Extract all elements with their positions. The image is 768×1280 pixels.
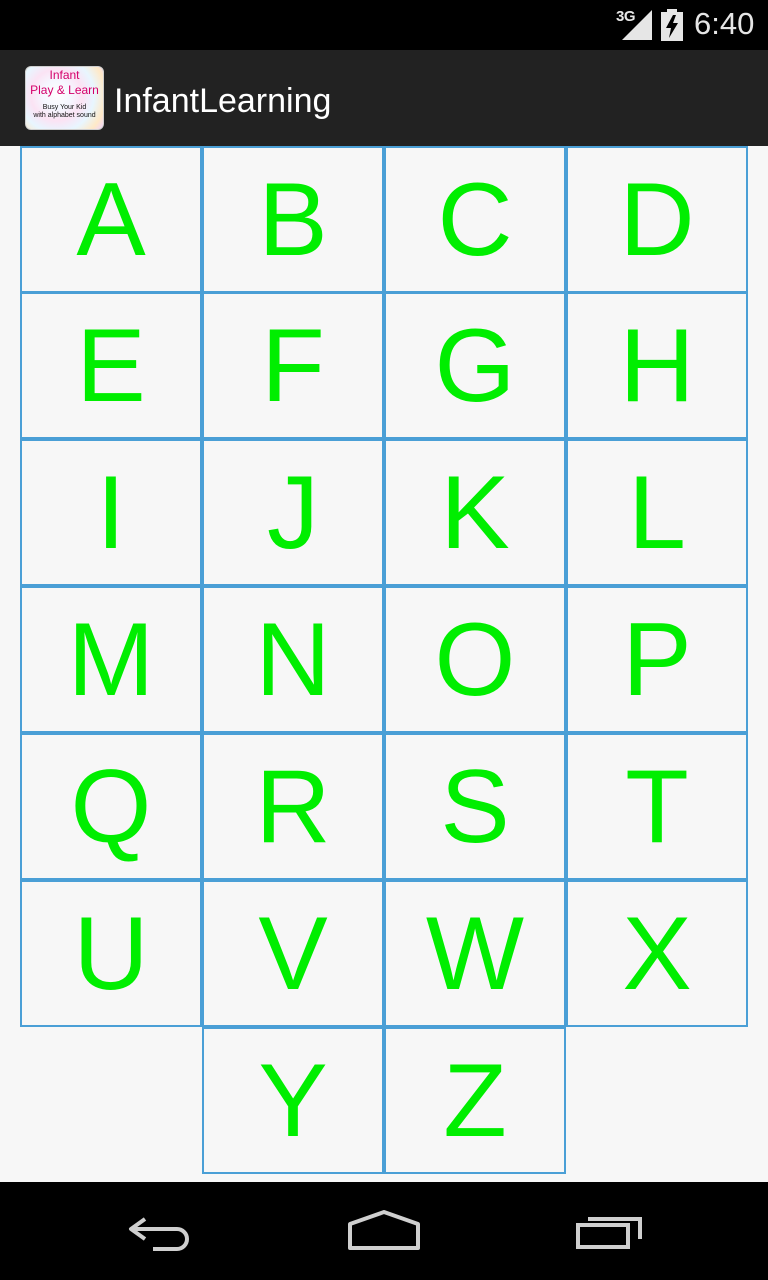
letter-tile-g[interactable]: G	[384, 292, 566, 439]
recent-apps-button[interactable]	[530, 1182, 690, 1280]
letter-label: V	[258, 895, 328, 1012]
back-icon	[129, 1217, 189, 1251]
letter-label: F	[261, 307, 325, 424]
letter-tile-x[interactable]: X	[566, 880, 748, 1027]
letter-tile-j[interactable]: J	[202, 439, 384, 586]
letter-tile-h[interactable]: H	[566, 292, 748, 439]
letter-tile-f[interactable]: F	[202, 292, 384, 439]
letter-label: K	[440, 454, 510, 571]
back-button[interactable]	[80, 1182, 240, 1280]
letter-label: D	[619, 161, 695, 278]
alphabet-grid: ABCD EFGH I J K L MNOP QRST UVWX YZ	[0, 146, 768, 1182]
app-icon-line4: with alphabet sound	[33, 112, 96, 119]
letter-tile-r[interactable]: R	[202, 733, 384, 880]
letter-label: I	[96, 454, 126, 571]
letter-label: A	[76, 161, 146, 278]
letter-tile-q[interactable]: Q	[20, 733, 202, 880]
letter-tile-m[interactable]: M	[20, 586, 202, 733]
letter-label: H	[619, 307, 695, 424]
home-button[interactable]	[304, 1182, 464, 1280]
letter-tile-p[interactable]: P	[566, 586, 748, 733]
letter-tile-w[interactable]: W	[384, 880, 566, 1027]
letter-label: N	[255, 601, 331, 718]
letter-tile-n[interactable]: N	[202, 586, 384, 733]
letter-label: Y	[258, 1042, 328, 1159]
letter-tile-u[interactable]: U	[20, 880, 202, 1027]
letter-tile-o[interactable]: O	[384, 586, 566, 733]
letter-tile-a[interactable]: A	[20, 146, 202, 293]
letter-tile-l[interactable]: L	[566, 439, 748, 586]
status-bar: 3G 6:40	[0, 0, 768, 50]
letter-label: B	[258, 161, 328, 278]
letter-label: J	[267, 454, 319, 571]
letter-tile-c[interactable]: C	[384, 146, 566, 293]
letter-label: T	[625, 748, 689, 865]
navigation-bar	[0, 1182, 768, 1280]
letter-tile-z[interactable]: Z	[384, 1027, 566, 1174]
letter-label: G	[434, 307, 516, 424]
letter-label: U	[73, 895, 149, 1012]
letter-tile-t[interactable]: T	[566, 733, 748, 880]
letter-tile-i[interactable]: I	[20, 439, 202, 586]
app-logo-icon[interactable]: Infant Play & Learn Busy Your Kid with a…	[25, 66, 104, 130]
app-icon-line3: Busy Your Kid	[42, 104, 87, 111]
letter-label: M	[67, 601, 155, 718]
letter-label: P	[622, 601, 692, 718]
letter-tile-e[interactable]: E	[20, 292, 202, 439]
letter-label: E	[76, 307, 146, 424]
letter-tile-k[interactable]: K	[384, 439, 566, 586]
letter-tile-b[interactable]: B	[202, 146, 384, 293]
app-icon-line1: Infant	[49, 68, 80, 82]
battery-icon	[661, 9, 683, 41]
letter-label: O	[434, 601, 516, 718]
letter-label: Q	[70, 748, 152, 865]
signal-icon	[622, 10, 652, 40]
letter-tile-v[interactable]: V	[202, 880, 384, 1027]
letter-label: W	[425, 895, 525, 1012]
letter-tile-y[interactable]: Y	[202, 1027, 384, 1174]
app-title: InfantLearning	[114, 82, 332, 120]
letter-label: R	[255, 748, 331, 865]
letter-label: L	[628, 454, 686, 571]
letter-label: X	[622, 895, 692, 1012]
letter-label: Z	[443, 1042, 507, 1159]
letter-label: C	[437, 161, 513, 278]
letter-label: S	[440, 748, 510, 865]
recent-apps-icon	[576, 1217, 642, 1249]
home-icon	[348, 1210, 420, 1250]
letter-tile-s[interactable]: S	[384, 733, 566, 880]
letter-tile-d[interactable]: D	[566, 146, 748, 293]
app-icon-line2: Play & Learn	[30, 83, 99, 97]
clock: 6:40	[694, 6, 755, 41]
